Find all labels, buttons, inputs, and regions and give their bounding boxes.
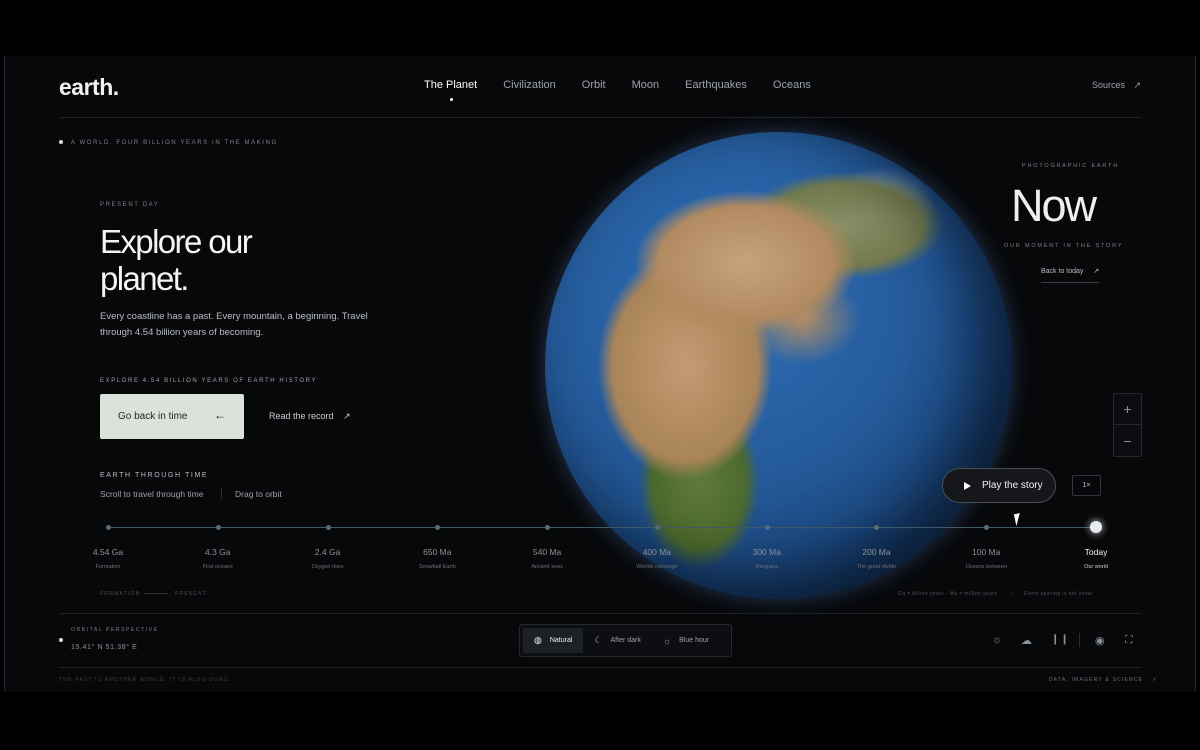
nav-item-orbit[interactable]: Orbit [582,79,606,91]
header-divider [59,117,1142,118]
cloud-icon[interactable]: ☁ [1021,634,1032,647]
play-icon [964,481,971,490]
controls-divider [1079,633,1080,647]
hint-divider [221,487,222,499]
timeline-age-label[interactable]: Today [1051,547,1141,557]
arrow-up-right-icon: ↗ [1151,677,1158,683]
back-to-today-link[interactable]: Back to today ↗ [1041,267,1100,283]
timeline-tick[interactable] [106,525,111,530]
bottom-divider [59,667,1142,668]
timeline-event-label: Pangaea [755,564,778,570]
arrow-up-right-icon: ↗ [343,411,351,421]
timeline-event-label: Formation [95,564,121,570]
logo[interactable]: earth. [59,74,119,101]
pause-icon[interactable]: ❙❙ [1051,634,1070,645]
time-section-title: EARTH THROUGH TIME [100,472,209,479]
timeline-tick[interactable] [764,525,770,530]
timeline-age-label[interactable]: 100 Ma [941,547,1031,557]
app-window: earth. The Planet Civilization Orbit Moo… [4,56,1196,692]
view-mode-toggle: ◍ Natural ☾ After dark ☼ Blue hour [519,624,732,657]
letterbox-top [0,0,1200,56]
timeline-age-label[interactable]: 400 Ma [612,547,702,557]
go-back-in-time-button[interactable]: Go back in time ← [100,394,244,439]
page-title: Explore our planet. [100,223,253,297]
footer-divider [59,613,1142,614]
timeline-track[interactable] [106,527,1096,528]
cta-caption: EXPLORE 4.54 BILLION YEARS OF EARTH HIST… [100,378,318,384]
sun-icon: ☼ [662,635,672,646]
speed-button[interactable]: 1× [1072,475,1101,496]
globe-icon: ◍ [534,635,542,645]
read-the-record-link[interactable]: Read the record ↗ [269,411,351,422]
bottom-left-caption: THE PAST IS ANOTHER WORLD. IT IS ALSO OU… [59,677,232,683]
arrow-up-right-icon: ↗ [1133,80,1142,90]
timeline-tick[interactable] [435,525,441,530]
zoom-out-button[interactable]: − [1114,425,1141,456]
timeline-legend-start: FORMATION [100,591,141,597]
timeline-tick[interactable] [984,525,990,530]
location-dot-icon [59,638,63,642]
timeline-note: Event spacing is not linear [1024,591,1094,597]
nav-item-the-planet[interactable]: The Planet [424,79,477,101]
moon-icon: ☾ [594,635,603,645]
timeline-age-label[interactable]: 4.3 Ga [173,547,263,557]
timeline-event-label: Worlds converge [636,564,678,570]
mode-natural-button[interactable]: ◍ Natural [523,628,584,653]
timeline-event-label: Oxygen rises [311,564,344,570]
earth-globe[interactable] [545,132,1012,599]
nav-active-dot [449,98,453,101]
zoom-in-button[interactable]: + [1114,394,1141,425]
nav-item-moon[interactable]: Moon [632,79,660,91]
timeline-event-label: Our world [1084,564,1108,570]
eye-icon[interactable]: ◉ [1095,634,1105,647]
intro-description: Every coastline has a past. Every mounta… [100,311,368,338]
zoom-control: + − [1113,393,1142,457]
timeline-age-label[interactable]: 4.54 Ga [63,547,153,557]
now-subtitle: OUR MOMENT IN THE STORY [1004,243,1124,249]
timeline-units: Ga = billion years · Ma = million years [898,591,998,597]
perspective-label: ORBITAL PERSPECTIVE [71,627,159,633]
arrow-up-right-icon: ↗ [1093,268,1100,275]
timeline-event-label: Ancient seas [531,564,563,570]
timeline-tick[interactable] [215,525,221,530]
now-title: Now [1011,180,1097,231]
arrow-left-icon: ← [214,408,226,422]
timeline-age-label[interactable]: 200 Ma [831,547,921,557]
fullscreen-icon[interactable]: ⛶ [1125,634,1133,647]
nav-item-civilization[interactable]: Civilization [503,79,556,91]
timeline-event-label: Oceans between [965,564,1007,570]
letterbox-bottom [0,692,1200,750]
timeline-legend-end: PRESENT [175,591,208,597]
bottom-right-caption[interactable]: DATA, IMAGERY & SCIENCE ↗ [1049,677,1157,683]
sources-link[interactable]: Sources ↗ [1092,80,1141,91]
nav-item-oceans[interactable]: Oceans [773,79,811,91]
bullet-dot-icon [59,140,63,145]
hint-scroll: Scroll to travel through time [100,489,204,499]
coordinates-readout: 15.41° N 51.38° E [71,644,138,651]
timeline-age-label[interactable]: 2.4 Ga [283,547,373,557]
nav-item-earthquakes[interactable]: Earthquakes [685,79,747,91]
timeline-tick[interactable] [325,525,331,530]
timeline-event-label: First oceans [202,564,233,570]
timeline-tick[interactable] [654,525,660,530]
brightness-icon[interactable]: ☼ [992,634,1002,646]
main-nav: The Planet Civilization Orbit Moon Earth… [424,79,837,101]
legend-line [144,593,168,594]
timeline-age-label[interactable]: 540 Ma [502,547,592,557]
now-kicker: PHOTOGRAPHIC EARTH [1022,163,1119,169]
timeline-age-label[interactable]: 300 Ma [722,547,812,557]
mouse-cursor [1013,511,1029,527]
kicker-text: A WORLD, FOUR BILLION YEARS IN THE MAKIN… [59,140,278,146]
timeline-event-label: The great divide [856,564,897,570]
eyebrow-text: PRESENT DAY [100,202,160,208]
play-story-button[interactable]: Play the story [942,468,1056,503]
hint-drag: Drag to orbit [235,489,282,499]
timeline-tick[interactable] [545,525,551,530]
timeline-note-sep: / [1011,591,1013,597]
timeline-age-label[interactable]: 650 Ma [392,547,482,557]
timeline-handle[interactable] [1090,521,1102,533]
timeline-event-label: Snowball Earth [418,564,456,570]
mode-after-dark-button[interactable]: ☾ After dark [583,628,651,653]
mode-blue-hour-button[interactable]: ☼ Blue hour [652,628,720,653]
